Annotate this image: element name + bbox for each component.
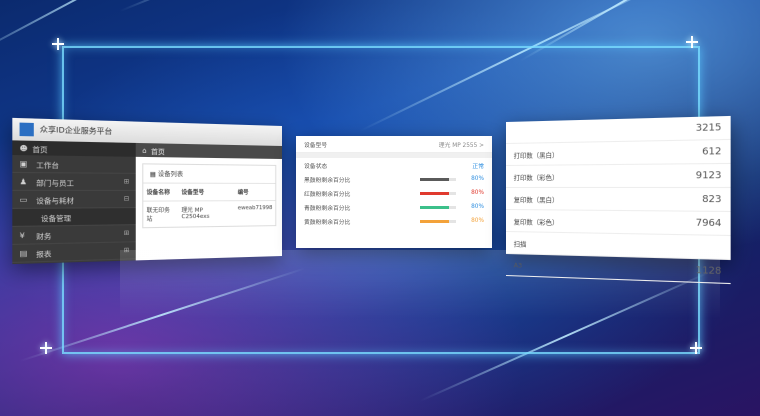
toner-bar [420,177,456,181]
table-header: 编号 [234,183,276,201]
device-table: 设备名称 设备型号 编号 联无印务站 理光 MP C2504exs eweab7… [143,183,276,228]
counter-value: 823 [702,193,722,205]
counter-value: 7964 [695,217,722,229]
toner-bar-fill [420,219,449,223]
counter-value: 612 [702,146,722,158]
toner-row: 青鼓粉剩余百分比 80% [296,200,492,214]
toner-row: 黄鼓粉剩余百分比 80% [296,214,492,228]
toner-bar [420,191,456,195]
toner-percent: 80% [471,204,484,210]
counter-panel: 3215 打印数（黑白） 612 打印数（彩色） 9123 复印数（黑白） 823 复印数（彩… [506,115,731,285]
sidebar-item-reports[interactable]: ▤ 报表 ⊞ [12,242,136,264]
briefcase-icon: ▣ [19,159,28,169]
list-icon: ▦ [149,170,158,179]
counter-row: 打印数（黑白） 612 [506,139,731,166]
toner-label: 青鼓粉剩余百分比 [304,205,351,212]
toner-label: 黄鼓粉剩余百分比 [304,219,351,226]
toner-label: 黑鼓粉剩余百分比 [304,177,351,184]
table-row[interactable]: 联无印务站 理光 MP C2504exs eweab71998 [143,201,275,228]
monitor-icon: ▭ [19,194,28,204]
logo-icon [19,122,34,137]
toner-bar-fill [420,177,449,181]
sidebar-item-departments[interactable]: ♟ 部门与员工 ⊞ [12,172,136,191]
toner-label: 红鼓粉剩余百分比 [304,191,351,198]
counter-label: 复印数（彩色） [513,217,559,227]
chevron-icon: ⊞ [123,229,130,238]
toner-row: 红鼓粉剩余百分比 80% [296,186,492,200]
sidebar-item-devices[interactable]: ▭ 设备与耗材 ⊟ [12,191,136,210]
sparkle-icon [52,38,64,50]
toner-bar [420,219,456,223]
counter-row: 打印数（彩色） 9123 [506,163,731,188]
sparkle-icon [690,342,702,354]
toner-bar-fill [420,191,449,195]
sidebar: ☻ 首页 ▣ 工作台 ♟ 部门与员工 ⊞ ▭ 设备与耗材 ⊟ 设备管理 ¥ 财务… [12,140,136,265]
toner-bar-fill [420,205,449,209]
yen-icon: ¥ [19,230,25,240]
sparkle-icon [40,342,52,354]
device-code-cell: eweab71998 [237,205,273,212]
counter-label: 复印数（黑白） [513,195,559,204]
toner-bar [420,205,456,209]
floor-reflection [120,250,720,320]
status-row: 设备状态 正常 [296,158,492,172]
device-model-cell: 理光 MP C2504exs [181,207,210,221]
counter-value: 3215 [695,122,722,134]
table-header: 设备名称 [143,183,179,202]
sparkle-icon [686,36,698,48]
toner-row: 黑鼓粉剩余百分比 80% [296,172,492,186]
device-list-title: ▦ 设备列表 [143,164,276,184]
status-value: 正常 [472,163,484,170]
counter-label: 打印数（黑白） [513,150,559,160]
chevron-icon: ⊞ [123,178,130,186]
sidebar-item-device-management[interactable]: 设备管理 [12,208,136,228]
model-label: 设备型号 [304,142,328,149]
toner-percent: 80% [471,218,484,224]
toner-percent: 80% [471,190,484,196]
counter-value: 9123 [695,170,722,181]
model-row[interactable]: 设备型号 理光 MP 2555 > [296,136,492,153]
users-icon: ♟ [19,176,28,186]
table-header: 设备型号 [178,183,235,201]
status-label: 设备状态 [304,163,328,170]
model-value: 理光 MP 2555 > [438,142,484,149]
app-title: 众享ID企业服务平台 [39,125,113,136]
counter-label: 扫描 [513,239,527,248]
device-list-box: ▦ 设备列表 设备名称 设备型号 编号 联无印务站 理光 MP C2504exs… [142,163,277,229]
device-name-cell: 联无印务站 [146,207,170,223]
main-content: ⌂ 首页 ▦ 设备列表 设备名称 设备型号 编号 联无印务站 理光 MP C25… [135,142,282,261]
light-streak [119,0,362,12]
sidebar-item-workbench[interactable]: ▣ 工作台 [12,154,136,174]
user-icon: ☻ [19,143,28,153]
counter-label: 打印数（彩色） [513,173,559,182]
toner-percent: 80% [471,176,484,182]
chevron-icon: ⊟ [123,195,130,203]
chart-icon: ▤ [19,248,28,258]
device-status-panel: 设备型号 理光 MP 2555 > 设备状态 正常 黑鼓粉剩余百分比 80% 红鼓粉… [296,136,492,248]
admin-console-panel: 众享ID企业服务平台 ☻ 首页 ▣ 工作台 ♟ 部门与员工 ⊞ ▭ 设备与耗材 … [12,117,282,265]
home-icon: ⌂ [142,145,147,155]
counter-row: 复印数（黑白） 823 [506,188,731,213]
